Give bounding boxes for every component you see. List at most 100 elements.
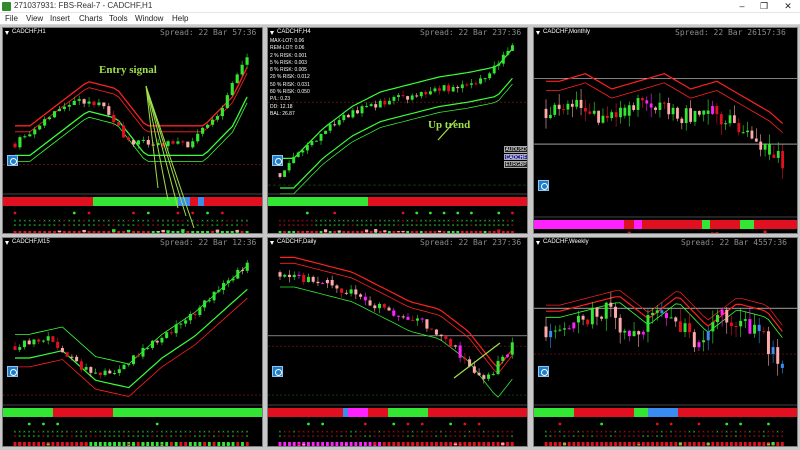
volume-bar [141, 443, 145, 445]
signal-mark: × [646, 435, 649, 440]
menu-view[interactable]: View [26, 14, 43, 23]
signal-mark: × [493, 224, 496, 229]
chart-window-cadchf-weekly[interactable]: × × × × × × × × × × × × × × × × × × × × × × × × × × × × × × × × × × × × × × × ×… [533, 237, 798, 447]
pair-button-eurgbp[interactable]: EURGBP [504, 161, 527, 168]
signal-mark: × [157, 224, 160, 229]
signal-bar [191, 231, 195, 233]
candle-body [697, 342, 701, 348]
price-chart[interactable]: ××××××××××××××××××××××××××××××××××××××××… [3, 28, 263, 234]
signal-mark: × [711, 435, 714, 440]
chart-window-cadchf-h4[interactable]: × × × × × × × × × × × × × × × × × × × × × × × × × × × × × × × × × × × × × × × ×… [267, 27, 528, 234]
signal-mark: × [383, 435, 386, 440]
signal-mark: × [595, 435, 598, 440]
signal-bar [688, 442, 692, 446]
crosshair-icon[interactable] [7, 366, 18, 377]
signal-bar [697, 442, 701, 446]
chart-window-cadchf-m15[interactable]: × × × × × × × × × × × × × × × × × × × × × × × × × × × × × × × × × × × × × × × ×… [2, 237, 263, 447]
crosshair-icon[interactable] [272, 366, 283, 377]
candle-body [387, 100, 391, 105]
crosshair-icon[interactable] [272, 155, 283, 166]
menu-tools[interactable]: Tools [109, 14, 128, 23]
candle-body [588, 111, 592, 114]
signal-dot [558, 422, 562, 426]
signal-bar [488, 231, 492, 233]
chart-window-cadchf-h1[interactable]: × × × × × × × × × × × × × × × × × × × × × × × × × × × × × × × × × × × × × × × ×… [2, 27, 263, 234]
signal-mark: × [122, 224, 125, 229]
signal-bar [107, 231, 111, 233]
pair-button-audusd[interactable]: AUDUSD [504, 146, 527, 153]
candle-body [662, 102, 666, 104]
menu-help[interactable]: Help [172, 14, 188, 23]
candle-body [392, 96, 396, 101]
signal-mark: × [424, 224, 427, 229]
price-chart[interactable]: ××××××××××××××××××××××××××××××××××××××××… [3, 238, 263, 447]
candle-body [479, 78, 482, 84]
signal-bar [354, 442, 358, 446]
volume-bar [609, 443, 613, 445]
signal-bar [292, 442, 296, 446]
signal-mark: × [42, 435, 45, 440]
pair-button-cadchf[interactable]: CADCHF [504, 153, 527, 160]
signal-bar [646, 442, 650, 446]
candle-body [333, 124, 337, 126]
signal-bar [89, 442, 93, 446]
close-button[interactable]: ✕ [776, 0, 800, 13]
volume-bar [374, 229, 378, 232]
chart-menu-icon[interactable] [270, 241, 274, 245]
candle-body [463, 357, 467, 360]
crosshair-icon[interactable] [538, 366, 549, 377]
menu-insert[interactable]: Insert [50, 14, 70, 23]
chart-menu-icon[interactable] [5, 31, 9, 35]
chart-window-cadchf-monthly[interactable]: ××××××××××××××××××××××××××××××××××××××××… [533, 27, 798, 234]
crosshair-icon[interactable] [538, 180, 549, 191]
crosshair-icon[interactable] [7, 155, 18, 166]
price-chart[interactable]: ××××××××××××××××××××××××××××××××××××××××… [534, 238, 798, 447]
signal-mark: × [117, 224, 120, 229]
signal-bar [420, 442, 424, 446]
signal-mark: × [201, 224, 204, 229]
minimize-button[interactable]: – [730, 0, 754, 13]
signal-mark: × [402, 435, 405, 440]
signal-mark: × [227, 435, 230, 440]
menu-charts[interactable]: Charts [79, 14, 103, 23]
candle-body [306, 276, 310, 282]
signal-dot [669, 422, 673, 426]
signal-mark: × [206, 224, 209, 229]
signal-mark: × [279, 435, 282, 440]
signal-mark: × [479, 224, 482, 229]
volume-bar [401, 230, 405, 232]
signal-mark: × [333, 224, 336, 229]
candle-body [562, 109, 565, 111]
price-chart[interactable]: ××××××××××××××××××××××××××××××××××××××××… [534, 28, 798, 234]
candle-body [482, 375, 486, 379]
chart-menu-icon[interactable] [270, 31, 274, 35]
candle-body [70, 356, 74, 358]
candle-body [702, 340, 706, 343]
signal-bar [456, 231, 460, 233]
signal-mark: × [316, 435, 319, 440]
signal-mark: × [127, 435, 130, 440]
signal-mark: × [430, 435, 433, 440]
chart-menu-icon[interactable] [536, 31, 540, 35]
candle-body [595, 307, 599, 317]
signal-bar [136, 442, 140, 446]
signal-dot [449, 422, 453, 426]
signal-mark: × [605, 435, 608, 440]
signal-mark: × [454, 435, 457, 440]
chart-menu-icon[interactable] [536, 241, 540, 245]
chart-menu-icon[interactable] [5, 241, 9, 245]
price-chart[interactable]: ××××××××××××××××××××××××××××××××××××××××… [268, 238, 528, 447]
maximize-button[interactable]: ❐ [752, 0, 776, 13]
candle-body [674, 317, 678, 322]
signal-mark: × [236, 224, 239, 229]
signal-mark: × [127, 224, 130, 229]
candle-body [544, 326, 548, 338]
signal-mark: × [351, 224, 354, 229]
menu-window[interactable]: Window [135, 14, 163, 23]
up-trend-annotation: Up trend [428, 119, 471, 131]
menu-file[interactable]: File [5, 14, 18, 23]
signal-bar [27, 442, 31, 446]
chart-window-cadchf-daily[interactable]: × × × × × × × × × × × × × × × × × × × × × × × × × × × × × × × × × × × × × × × ×… [267, 237, 528, 447]
signal-mark: × [697, 435, 700, 440]
signal-mark: × [112, 224, 115, 229]
